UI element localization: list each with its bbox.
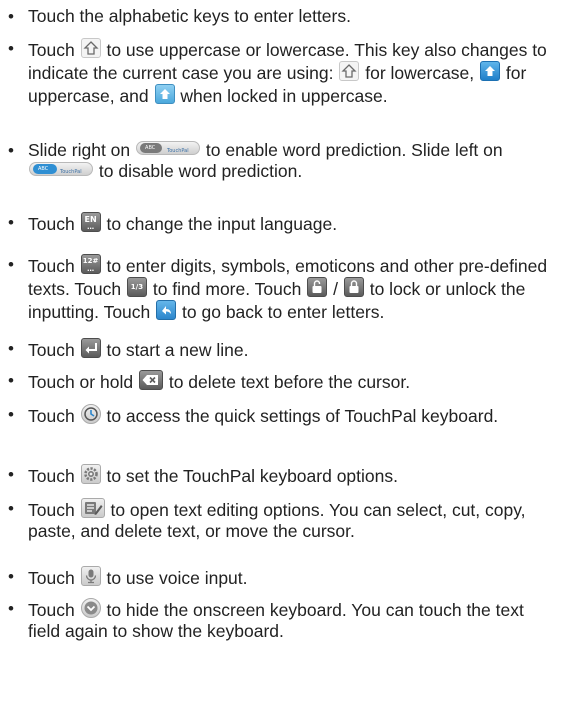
list-item-delete: Touch or hold to delete text before the … — [0, 370, 560, 393]
list-item-alphabetic-keys: Touch the alphabetic keys to enter lette… — [0, 6, 560, 27]
symbols-key-icon: 12# … — [80, 254, 101, 274]
item-text: to change the input language. — [106, 214, 338, 234]
item-text: Touch — [28, 340, 75, 360]
item-text: Touch — [28, 500, 75, 520]
item-text: Touch — [28, 466, 75, 486]
item-text: Touch or hold — [28, 372, 134, 392]
list-item-symbols: Touch 12# … to enter digits, symbols, em… — [0, 254, 560, 323]
list-item-language: Touch EN … to change the input language. — [0, 212, 560, 235]
microphone-icon — [80, 566, 101, 586]
key-label: 1/3 — [130, 283, 144, 291]
item-text: Touch — [28, 568, 75, 588]
list-item-voice-input: Touch to use voice input. — [0, 566, 560, 589]
item-text: Touch the alphabetic keys to enter lette… — [28, 6, 351, 26]
item-text: to access the quick settings of TouchPal… — [106, 406, 499, 426]
hide-keyboard-icon — [80, 598, 101, 618]
language-key-icon: EN … — [80, 212, 101, 232]
text-editing-icon — [80, 498, 105, 518]
item-text: to go back to enter letters. — [182, 302, 385, 322]
shift-lowercase-icon — [339, 61, 360, 81]
item-text: to set the TouchPal keyboard options. — [106, 466, 398, 486]
item-text: Touch — [28, 256, 75, 276]
toggle-knob-label: ABC — [145, 145, 156, 151]
list-item-text-editing: Touch to open text editing options. You … — [0, 498, 560, 542]
key-dots: … — [87, 265, 95, 273]
shift-uppercase-icon — [480, 61, 501, 81]
item-text: to start a new line. — [106, 340, 249, 360]
page-indicator-icon: 1/3 — [126, 277, 147, 297]
manual-page: Touch the alphabetic keys to enter lette… — [0, 0, 582, 710]
item-text: to find more. Touch — [152, 279, 302, 299]
back-arrow-icon — [156, 300, 177, 320]
key-dots: … — [87, 223, 95, 231]
item-text: Touch — [28, 214, 75, 234]
list-item-shift-key: Touch to use uppercase or lowercase. Thi… — [0, 38, 560, 107]
item-text: to hide the onscreen keyboard. You can t… — [28, 600, 524, 641]
item-text: to delete text before the cursor. — [168, 372, 411, 392]
gear-icon — [80, 464, 101, 484]
list-item-quick-settings: Touch to access the quick settings of To… — [0, 404, 560, 427]
item-text: Touch — [28, 40, 75, 60]
toggle-label: TouchPal — [167, 148, 189, 154]
list-item-hide-keyboard: Touch to hide the onscreen keyboard. You… — [0, 598, 560, 642]
list-item-enter: Touch to start a new line. — [0, 338, 560, 361]
toggle-knob-label: ABC — [38, 166, 49, 172]
item-text: to use voice input. — [106, 568, 248, 588]
toggle-label: TouchPal — [60, 169, 82, 175]
item-text: for lowercase, — [365, 63, 475, 83]
shift-locked-icon — [154, 84, 175, 104]
item-text: when locked in uppercase. — [180, 86, 388, 106]
item-text: Touch — [28, 600, 75, 620]
item-text: / — [333, 279, 338, 299]
word-prediction-toggle-on-icon: ABC TouchPal — [29, 162, 93, 176]
list-item-word-prediction: Slide right on ABC TouchPal to enable wo… — [0, 140, 560, 182]
enter-key-icon — [80, 338, 101, 358]
list-item-keyboard-options: Touch to set the TouchPal keyboard optio… — [0, 464, 560, 487]
lock-icon — [343, 277, 364, 297]
item-text: to disable word prediction. — [98, 161, 303, 181]
shift-key-icon — [80, 38, 101, 58]
item-text: Slide right on — [28, 140, 131, 160]
unlock-icon — [307, 277, 328, 297]
item-text: Touch — [28, 406, 75, 426]
quick-settings-icon — [80, 404, 101, 424]
item-text: to enable word prediction. Slide left on — [205, 140, 503, 160]
word-prediction-toggle-off-icon: ABC TouchPal — [136, 141, 201, 155]
delete-key-icon — [138, 370, 163, 390]
